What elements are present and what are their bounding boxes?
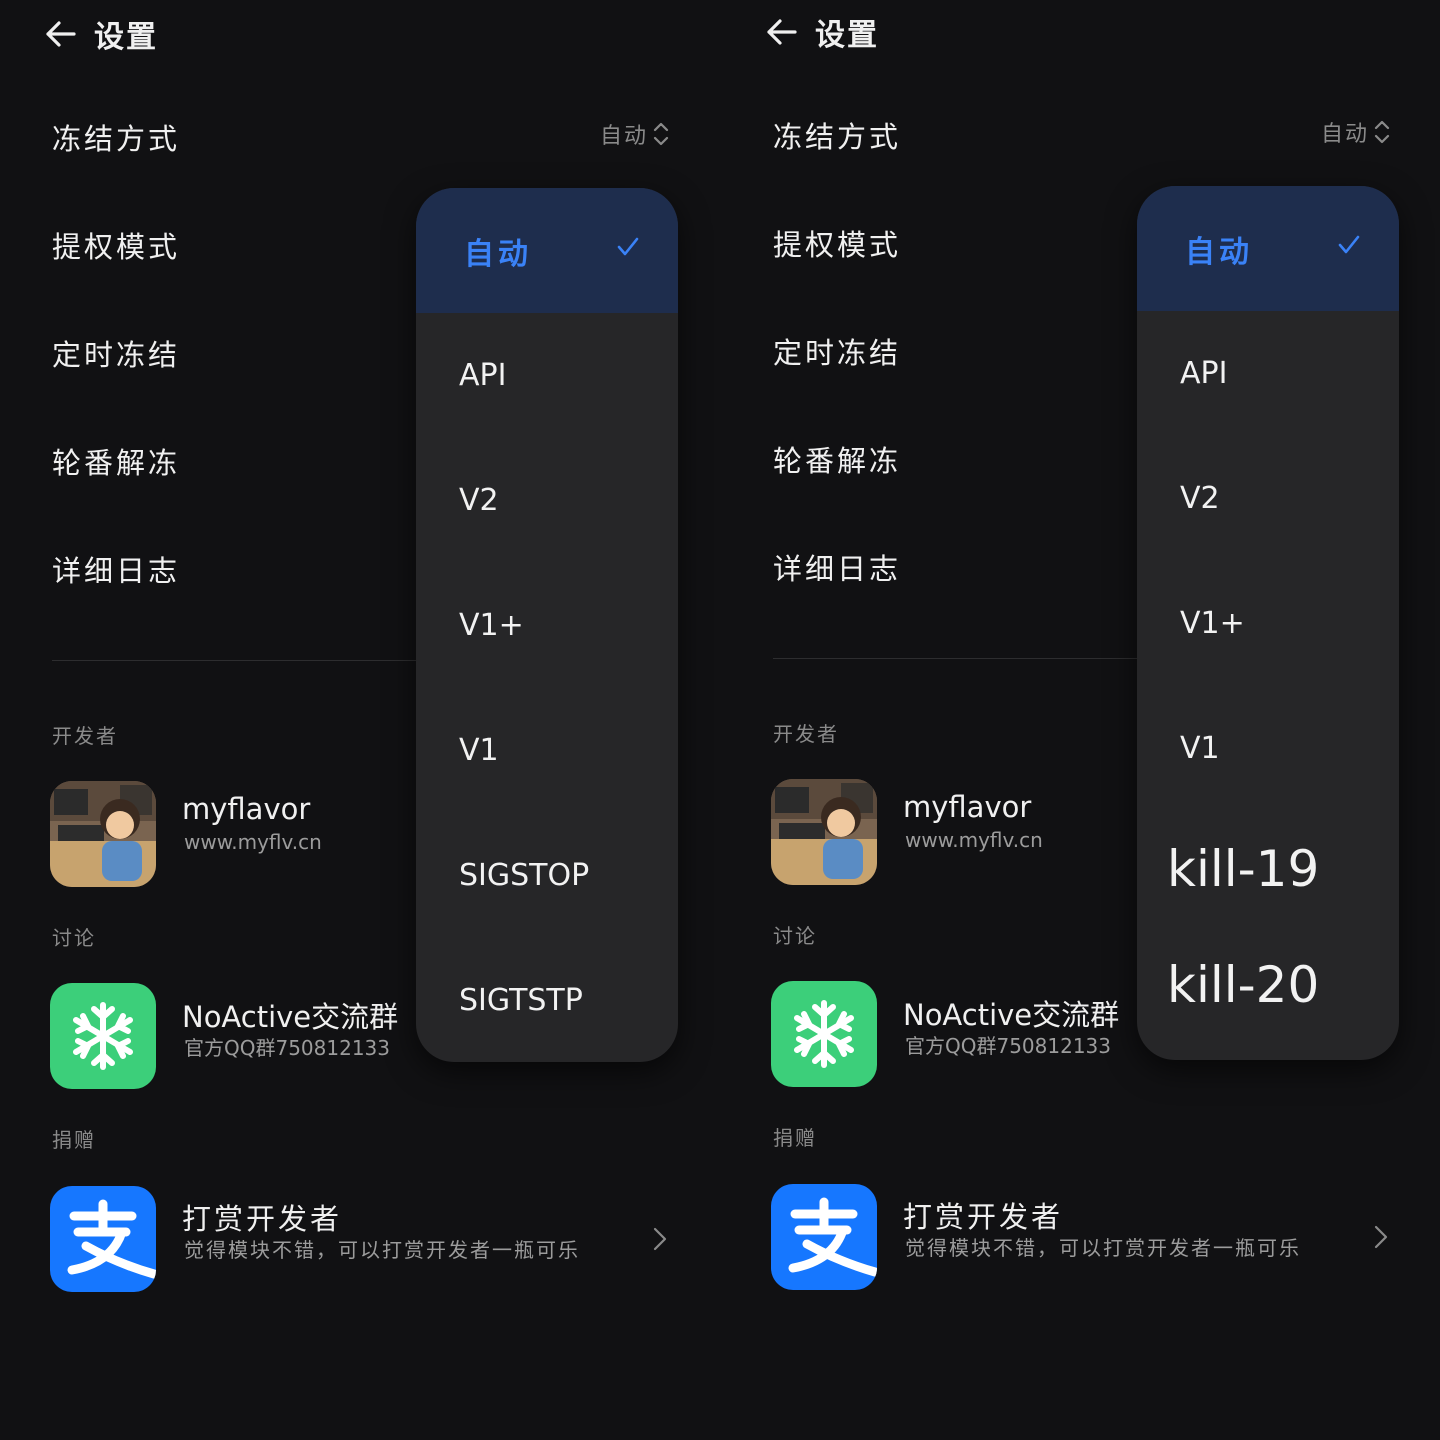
check-icon: [616, 232, 640, 267]
settings-panel-left: 设置 冻结方式 自动 提权模式 定时冻结 轮番解冻 详细日志 开发者 myfla…: [0, 0, 720, 1440]
donate-sub: 觉得模块不错，可以打赏开发者一瓶可乐: [184, 1238, 580, 1262]
privilege-mode-dropdown[interactable]: 自动 API V2 V1+ V1 SIGSTOP SIGTSTP: [416, 188, 678, 1062]
page-title: 设置: [815, 18, 879, 53]
dropdown-option-selected[interactable]: 自动: [1137, 186, 1399, 311]
arrow-left-icon[interactable]: [44, 17, 78, 51]
page-title: 设置: [94, 20, 158, 55]
group-qq[interactable]: 官方QQ群750812133: [184, 1032, 390, 1061]
setting-freeze-mode[interactable]: 冻结方式: [773, 114, 901, 156]
setting-rotate-unfreeze[interactable]: 轮番解冻: [52, 440, 180, 482]
settings-panel-right: 设置 冻结方式 自动 提权模式 定时冻结 轮番解冻 详细日志 开发者 myfla…: [721, 0, 1440, 1440]
freeze-mode-value-text: 自动: [1320, 122, 1369, 147]
check-icon: [1337, 230, 1361, 265]
section-donate: 捐赠: [773, 1126, 817, 1150]
section-discussion: 讨论: [773, 924, 817, 948]
dropdown-option[interactable]: API: [1137, 311, 1399, 436]
group-qq[interactable]: 官方QQ群750812133: [905, 1030, 1111, 1059]
alipay-icon[interactable]: [771, 1184, 877, 1290]
divider: [773, 658, 1141, 659]
privilege-mode-dropdown[interactable]: 自动 API V2 V1+ V1 kill-19 kill-20: [1137, 186, 1399, 1060]
section-donate: 捐赠: [52, 1128, 96, 1152]
freeze-mode-value-text: 自动: [599, 124, 648, 149]
dropdown-option[interactable]: V1: [1137, 686, 1399, 811]
section-developer: 开发者: [52, 724, 118, 748]
option-label: 自动: [1185, 234, 1253, 270]
setting-privilege-mode[interactable]: 提权模式: [773, 222, 901, 264]
donate-title[interactable]: 打赏开发者: [903, 1194, 1063, 1236]
dropdown-option[interactable]: SIGTSTP: [416, 938, 678, 1062]
developer-url[interactable]: www.myflv.cn: [184, 830, 322, 854]
snowflake-icon[interactable]: [771, 981, 877, 1087]
developer-url[interactable]: www.myflv.cn: [905, 828, 1043, 852]
top-bar: 设置: [44, 12, 158, 56]
freeze-mode-value[interactable]: 自动: [600, 118, 670, 150]
dropdown-option-selected[interactable]: 自动: [416, 188, 678, 313]
section-developer: 开发者: [773, 722, 839, 746]
group-name: NoActive交流群: [182, 1000, 399, 1034]
dropdown-option[interactable]: V1+: [1137, 561, 1399, 686]
dropdown-option[interactable]: V2: [416, 438, 678, 563]
divider: [52, 660, 420, 661]
setting-timed-freeze[interactable]: 定时冻结: [52, 332, 180, 374]
dropdown-option[interactable]: SIGSTOP: [416, 813, 678, 938]
setting-rotate-unfreeze[interactable]: 轮番解冻: [773, 438, 901, 480]
top-bar: 设置: [765, 10, 879, 54]
setting-verbose-log[interactable]: 详细日志: [773, 546, 901, 588]
dropdown-option[interactable]: API: [416, 313, 678, 438]
setting-timed-freeze[interactable]: 定时冻结: [773, 330, 901, 372]
section-discussion: 讨论: [52, 926, 96, 950]
dropdown-option[interactable]: kill-20: [1137, 927, 1399, 1043]
snowflake-icon[interactable]: [50, 983, 156, 1089]
option-label: 自动: [464, 236, 532, 272]
group-name: NoActive交流群: [903, 998, 1120, 1032]
developer-name: myflavor: [903, 790, 1032, 824]
dropdown-option[interactable]: V1+: [416, 563, 678, 688]
alipay-icon[interactable]: [50, 1186, 156, 1292]
chevron-right-icon[interactable]: [652, 1226, 668, 1256]
dropdown-option[interactable]: V2: [1137, 436, 1399, 561]
up-down-arrows-icon: [652, 120, 670, 148]
developer-avatar[interactable]: [50, 781, 156, 887]
donate-title[interactable]: 打赏开发者: [182, 1196, 342, 1238]
arrow-left-icon[interactable]: [765, 15, 799, 49]
donate-sub: 觉得模块不错，可以打赏开发者一瓶可乐: [905, 1236, 1301, 1260]
dropdown-option[interactable]: V1: [416, 688, 678, 813]
developer-avatar[interactable]: [771, 779, 877, 885]
setting-privilege-mode[interactable]: 提权模式: [52, 224, 180, 266]
dropdown-option[interactable]: kill-19: [1137, 811, 1399, 927]
setting-freeze-mode[interactable]: 冻结方式: [52, 116, 180, 158]
setting-verbose-log[interactable]: 详细日志: [52, 548, 180, 590]
developer-name: myflavor: [182, 792, 311, 826]
chevron-right-icon[interactable]: [1373, 1224, 1389, 1254]
freeze-mode-value[interactable]: 自动: [1321, 116, 1391, 148]
up-down-arrows-icon: [1373, 118, 1391, 146]
screenshot-stage: 设置 冻结方式 自动 提权模式 定时冻结 轮番解冻 详细日志 开发者 myfla…: [0, 0, 1440, 1440]
